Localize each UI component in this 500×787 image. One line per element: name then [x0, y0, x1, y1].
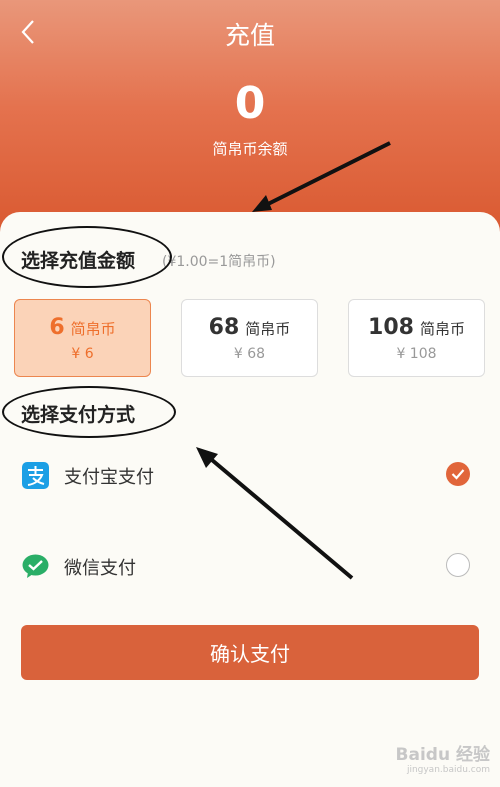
recharge-option-6[interactable]: 6 简帛币 ¥ 6 — [14, 299, 151, 377]
option-coins: 68 — [208, 315, 240, 340]
option-price: ¥ 68 — [233, 346, 266, 362]
recharge-option-68[interactable]: 68 简帛币 ¥ 68 — [181, 299, 318, 377]
header-bar: 充值 0 简帛币余额 — [0, 0, 500, 240]
watermark: Baidu 经验 jingyan.baidu.com — [380, 740, 490, 780]
payment-method-wechat[interactable]: 微信支付 — [0, 541, 500, 591]
recharge-option-108[interactable]: 108 简帛币 ¥ 108 — [348, 299, 485, 377]
option-price: ¥ 6 — [71, 346, 94, 362]
option-unit: 简帛币 — [70, 320, 116, 338]
checkmark-icon — [451, 469, 465, 480]
payment-method-alipay[interactable]: 支付宝支付 — [0, 450, 500, 500]
option-price: ¥ 108 — [396, 346, 437, 362]
alipay-icon — [22, 462, 49, 489]
page-title: 充值 — [224, 21, 275, 50]
watermark-text: Baidu 经验 — [395, 745, 490, 765]
radio-selected[interactable] — [446, 462, 470, 486]
payment-section-title: 选择支付方式 — [21, 404, 136, 426]
balance-label: 简帛币余额 — [212, 140, 288, 158]
exchange-rate-hint: (¥1.00=1简帛币) — [162, 254, 276, 270]
option-coins: 6 — [49, 315, 65, 340]
option-coins: 108 — [368, 315, 414, 340]
balance-value: 0 — [234, 78, 266, 129]
watermark-url: jingyan.baidu.com — [406, 765, 490, 775]
wechat-pay-icon — [22, 554, 49, 578]
option-unit: 简帛币 — [245, 320, 291, 338]
recharge-section-title: 选择充值金额 — [21, 250, 136, 272]
payment-label: 支付宝支付 — [64, 467, 154, 488]
payment-label: 微信支付 — [64, 558, 136, 579]
radio-unselected[interactable] — [446, 553, 470, 577]
confirm-pay-button[interactable]: 确认支付 — [21, 625, 479, 680]
option-unit: 简帛币 — [419, 320, 465, 338]
